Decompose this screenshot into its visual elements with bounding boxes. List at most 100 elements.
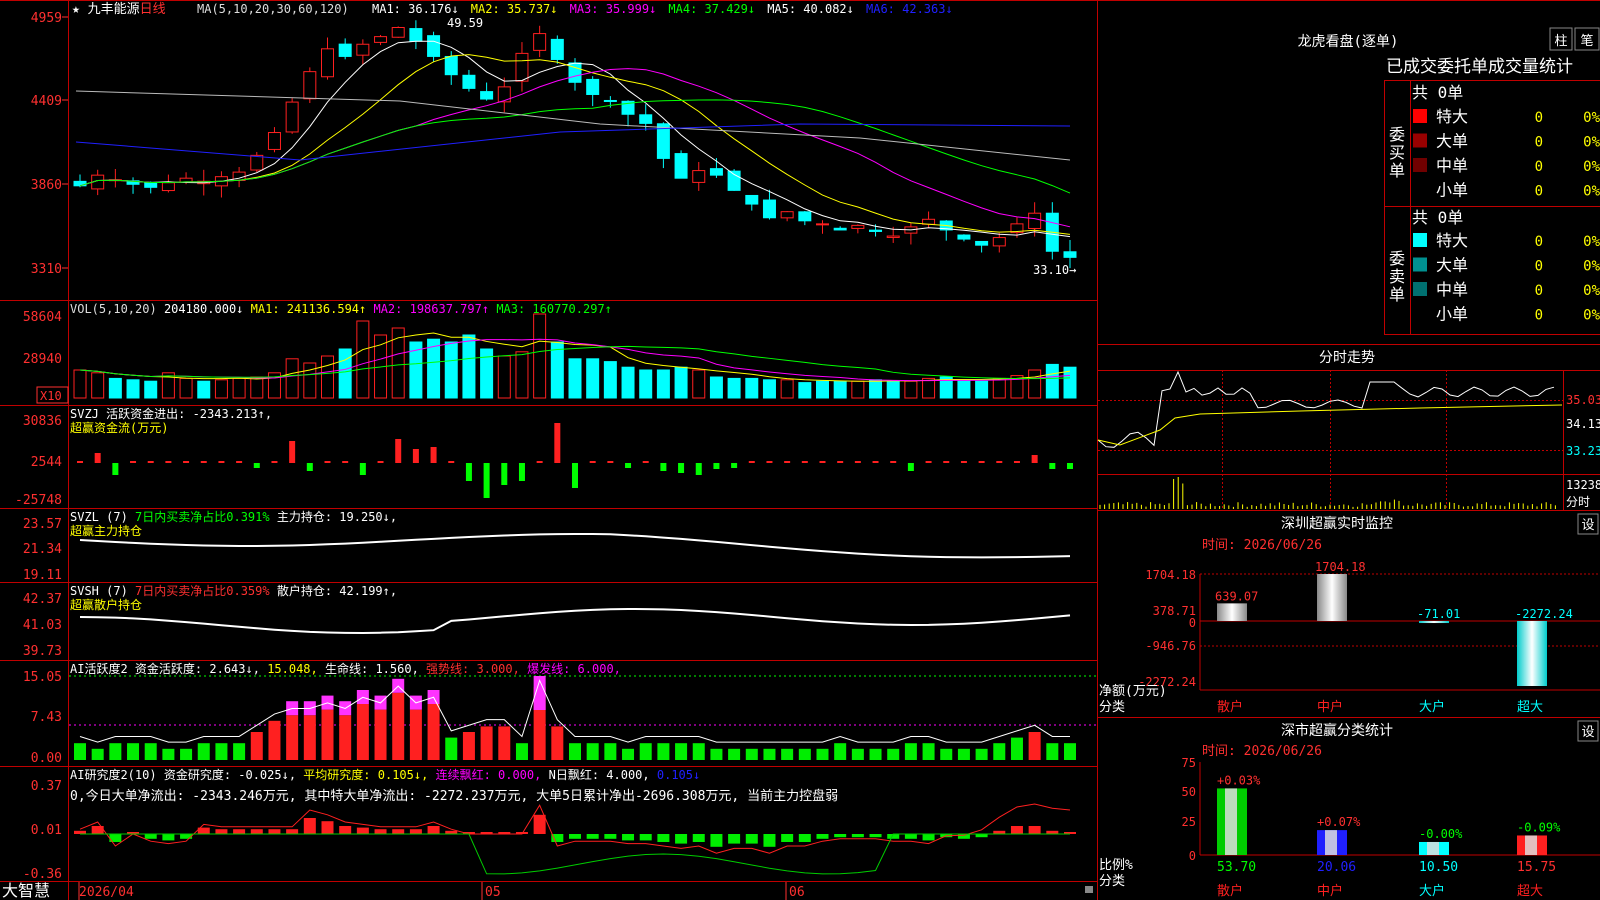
volume-bar bbox=[144, 380, 158, 399]
volume-bar bbox=[639, 369, 653, 399]
sell-total: 共 0单 bbox=[1412, 208, 1463, 227]
ai-active-bar bbox=[515, 743, 528, 760]
svsh-header: SVSH (7) 7日内买卖净占比0.359% 散户持仓: 42.199↑, bbox=[70, 583, 397, 598]
vol-y-tick: 28940 bbox=[23, 352, 62, 367]
svzj-bar bbox=[1031, 455, 1038, 463]
ai-active-bar bbox=[675, 743, 688, 760]
ai-research-bar bbox=[1010, 826, 1023, 834]
volume-bar bbox=[321, 355, 334, 399]
ai-research-bar bbox=[268, 829, 281, 834]
candle-body bbox=[975, 240, 989, 246]
volume-bar bbox=[1028, 369, 1042, 399]
svzj-bar bbox=[536, 461, 543, 463]
order-type: 小单 bbox=[1436, 305, 1468, 324]
ai-research-bar bbox=[851, 834, 864, 838]
candle-body bbox=[709, 168, 723, 176]
sz-monitor-y-tick: 0 bbox=[1189, 616, 1196, 630]
svzj-bar bbox=[996, 461, 1003, 463]
svsh-y-axis: 42.37 41.03 39.73 bbox=[23, 592, 62, 659]
candle-body bbox=[321, 48, 334, 78]
order-count: 0 bbox=[1535, 308, 1543, 324]
svzj-bar bbox=[1067, 463, 1073, 469]
volume-bar bbox=[975, 380, 989, 399]
ai-active-bar bbox=[922, 743, 935, 760]
ai-active-bar bbox=[286, 715, 299, 760]
sz-monitor-bar bbox=[1317, 574, 1347, 621]
ai-research-bar bbox=[798, 834, 811, 842]
order-type: 大单 bbox=[1436, 256, 1468, 275]
candle-body bbox=[851, 224, 865, 229]
volume-bar bbox=[780, 379, 794, 399]
ai-research-y-tick: 0.01 bbox=[31, 823, 62, 838]
svzj-bar bbox=[165, 461, 172, 463]
svsh-holding-line bbox=[79, 607, 1071, 635]
ai-active-bar bbox=[728, 748, 741, 760]
sz-class-value: 20.06 bbox=[1317, 860, 1356, 875]
candle-body bbox=[391, 27, 405, 38]
svzj-bar bbox=[784, 461, 791, 463]
ai-active-line bbox=[79, 679, 1070, 743]
ma-legend-item: MA2: 35.737↓ bbox=[471, 2, 558, 16]
volume-bar bbox=[656, 369, 670, 399]
candle-body bbox=[639, 114, 653, 124]
sz-monitor-y-tick: 1704.18 bbox=[1145, 568, 1196, 582]
svzj-bar bbox=[377, 461, 384, 463]
candlestick-series bbox=[73, 20, 1077, 269]
ai-research-y-tick: -0.36 bbox=[23, 867, 62, 882]
ai-active-bar bbox=[197, 743, 210, 760]
svzj-bar bbox=[183, 461, 190, 463]
order-percent: 0% bbox=[1583, 234, 1600, 250]
sz-monitor-bar bbox=[1217, 603, 1247, 621]
svzl-header: SVZL (7) 7日内买卖净占比0.391% 主力持仓: 19.250↓, bbox=[70, 509, 397, 524]
candle-body bbox=[780, 211, 794, 219]
sz-monitor-bar bbox=[1517, 621, 1547, 686]
candle-body bbox=[533, 33, 547, 51]
ai-research-bar bbox=[533, 814, 546, 834]
ma120-line bbox=[75, 123, 1071, 161]
order-count: 0 bbox=[1535, 259, 1543, 275]
ai-research-bar bbox=[922, 834, 935, 841]
svzj-y-axis: 30836 2544 -25748 bbox=[15, 414, 62, 508]
volume-bar bbox=[427, 338, 441, 399]
sz-class-delta: -0.09% bbox=[1517, 820, 1561, 834]
volume-bar bbox=[462, 334, 476, 399]
lock-icon[interactable] bbox=[1085, 886, 1093, 893]
ai-research-bar bbox=[781, 834, 794, 842]
candle-body bbox=[444, 55, 458, 76]
svzj-bar bbox=[907, 463, 914, 471]
volume-bar bbox=[179, 377, 193, 399]
svzj-bar bbox=[94, 453, 101, 463]
svzj-bar bbox=[925, 461, 932, 463]
candle-body bbox=[692, 170, 706, 183]
x-axis-label: 05 bbox=[485, 885, 501, 900]
ai-research-bar bbox=[728, 834, 741, 844]
ma-legend-item: MA5: 40.082↓ bbox=[767, 2, 854, 16]
vol-y-axis: 58604 28940 bbox=[23, 310, 62, 367]
ai-active-bar bbox=[409, 709, 422, 760]
svzj-bar bbox=[748, 461, 755, 463]
ai-active-bar bbox=[1028, 732, 1041, 760]
ma30-line bbox=[79, 99, 1071, 194]
ai-active-bar bbox=[745, 748, 758, 760]
candle-body bbox=[144, 181, 158, 188]
dragon-subtitle: 已成交委托单成交量统计 bbox=[1386, 57, 1573, 77]
volume-bar bbox=[303, 362, 317, 399]
ai-research-bar bbox=[639, 834, 652, 841]
stock-chart-canvas[interactable]: ★ 九丰能源日线 MA(5,10,20,30,60,120) MA1: 36.1… bbox=[0, 0, 1600, 900]
ai-research-bar bbox=[250, 829, 263, 834]
intraday-y-tick: 34.13 bbox=[1566, 417, 1600, 431]
sz-class-value: 10.50 bbox=[1419, 860, 1458, 875]
price-y-tick: 4959 bbox=[31, 11, 62, 26]
order-count: 0 bbox=[1535, 159, 1543, 175]
sz-class-title: 深市超赢分类统计 bbox=[1281, 722, 1393, 739]
ai-active-y-tick: 0.00 bbox=[31, 751, 62, 766]
ai-active-bar bbox=[445, 737, 458, 760]
ai-active-bar bbox=[215, 743, 228, 760]
sz-class-settings-label: 设 bbox=[1581, 725, 1594, 740]
sz-class-y-tick: 0 bbox=[1189, 849, 1196, 863]
ai-active-bar bbox=[180, 748, 193, 760]
ai-research-bar bbox=[392, 829, 405, 834]
svzj-bar bbox=[978, 461, 985, 463]
svzj-bar bbox=[766, 461, 773, 463]
svzj-bar bbox=[837, 461, 844, 463]
